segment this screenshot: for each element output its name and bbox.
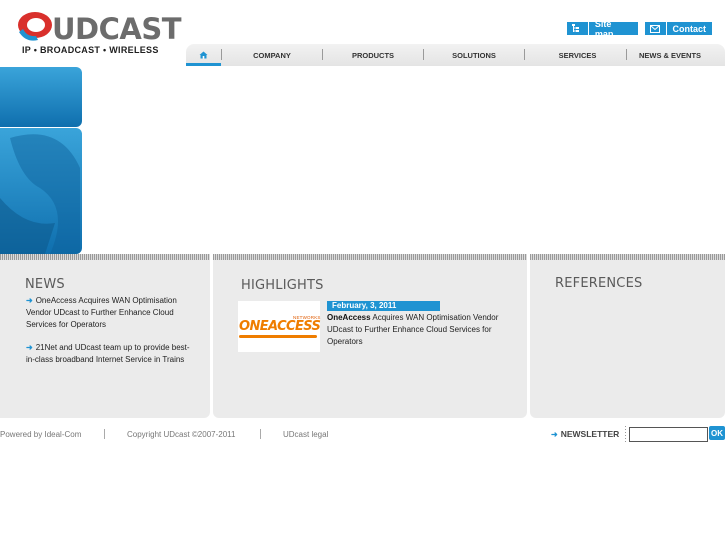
arrow-right-icon: ➜: [26, 296, 33, 305]
news-panel: NEWS ➜ OneAccess Acquires WAN Optimisatio…: [0, 260, 210, 418]
arrow-right-icon: ➜: [26, 343, 33, 352]
oneaccess-swoosh: [239, 335, 317, 338]
news-item[interactable]: ➜ 21Net and UDcast team up to provide bes…: [26, 342, 194, 366]
envelope-icon: [645, 22, 667, 35]
banner-swoosh-graphic: [0, 134, 80, 254]
footer-divider: [260, 429, 261, 439]
nav-company[interactable]: COMPANY: [222, 44, 322, 66]
banner-graphic-top: [0, 67, 82, 127]
brand-name: UDCAST: [52, 12, 182, 46]
nav-home[interactable]: [186, 44, 221, 66]
highlight-text[interactable]: OneAccess Acquires WAN Optimisation Vend…: [327, 312, 517, 348]
main-nav: COMPANY PRODUCTS SOLUTIONS SERVICES NEWS…: [186, 44, 725, 66]
udcast-logo[interactable]: UDCAST IP • BROADCAST • WIRELESS: [14, 8, 182, 58]
newsletter-label: ➜ NEWSLETTER: [551, 429, 619, 439]
brand-tagline: IP • BROADCAST • WIRELESS: [22, 45, 159, 55]
arrow-right-icon: ➜: [551, 430, 558, 439]
newsletter-label-text: NEWSLETTER: [560, 429, 620, 439]
home-icon: [199, 51, 208, 59]
news-item[interactable]: ➜ OneAccess Acquires WAN Optimisation Ven…: [26, 295, 194, 331]
nav-products[interactable]: PRODUCTS: [323, 44, 423, 66]
home-active-indicator: [186, 63, 221, 66]
oneaccess-logo[interactable]: NETWORKS ONEACCESS: [238, 301, 321, 352]
news-item-text: OneAccess Acquires WAN Optimisation Vend…: [26, 296, 177, 329]
sitemap-icon: [567, 22, 589, 35]
footer-copyright: Copyright UDcast ©2007-2011: [127, 430, 236, 439]
references-panel: REFERENCES: [530, 260, 725, 418]
highlights-panel: HIGHLIGHTS NETWORKS ONEACCESS February, …: [213, 260, 527, 418]
nav-solutions[interactable]: SOLUTIONS: [424, 44, 524, 66]
sitemap-link[interactable]: Site map: [567, 19, 638, 39]
nav-services[interactable]: SERVICES: [525, 44, 630, 66]
highlight-company: OneAccess: [327, 313, 371, 322]
references-title: REFERENCES: [555, 276, 643, 291]
news-title: NEWS: [25, 277, 65, 292]
newsletter-ok-button[interactable]: OK: [709, 426, 725, 440]
footer-divider: [104, 429, 105, 439]
contact-link[interactable]: Contact: [645, 22, 712, 35]
highlights-title: HIGHLIGHTS: [241, 278, 324, 293]
banner-graphic-bottom: [0, 128, 82, 254]
newsletter-email-input[interactable]: [629, 427, 708, 442]
dotted-divider: [625, 426, 626, 442]
sitemap-label: Site map: [594, 18, 614, 39]
footer-powered[interactable]: Powered by Ideal-Com: [0, 430, 81, 439]
contact-label: Contact: [672, 23, 707, 34]
oneaccess-logo-text: ONEACCESS: [239, 319, 321, 334]
footer-legal[interactable]: UDcast legal: [283, 430, 328, 439]
news-item-text: 21Net and UDcast team up to provide best…: [26, 343, 190, 364]
nav-news-events[interactable]: NEWS & EVENTS: [627, 44, 713, 66]
udcast-logo-icon: [18, 12, 52, 41]
highlight-date: February, 3, 2011: [327, 301, 440, 311]
